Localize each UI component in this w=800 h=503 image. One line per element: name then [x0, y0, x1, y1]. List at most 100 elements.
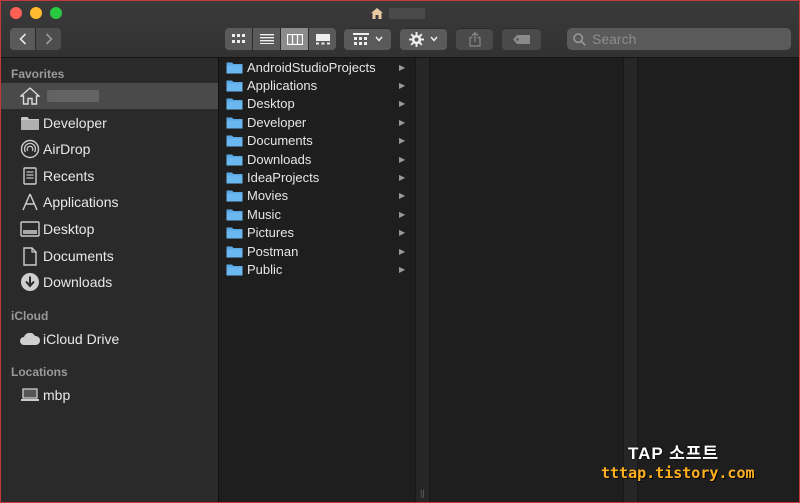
sidebar-item-label: Desktop	[43, 221, 95, 237]
chevron-down-icon	[374, 36, 383, 42]
folder-row[interactable]: Downloads ▶	[219, 150, 415, 168]
sidebar: Favorites Developer AirDrop Recents Appl…	[1, 58, 219, 502]
gear-icon	[409, 31, 424, 47]
folder-row[interactable]: Applications ▶	[219, 76, 415, 94]
folder-icon	[18, 113, 42, 133]
disclosure-triangle-icon: ▶	[399, 264, 406, 274]
folder-icon	[226, 245, 243, 258]
sidebar-item-documents[interactable]: Documents	[1, 243, 218, 269]
sidebar-item-downloads[interactable]: Downloads	[1, 269, 218, 295]
folder-icon	[226, 171, 243, 184]
folder-row[interactable]: Music ▶	[219, 205, 415, 223]
folder-row[interactable]: Desktop ▶	[219, 95, 415, 113]
icon-view-button[interactable]	[225, 28, 252, 50]
close-button[interactable]	[10, 7, 22, 19]
document-icon	[18, 246, 42, 266]
column-resize-handle[interactable]	[415, 58, 430, 502]
group-by-button[interactable]	[344, 28, 391, 50]
column-view-button[interactable]	[281, 28, 308, 50]
search-icon	[573, 32, 586, 46]
sidebar-item-label: Downloads	[43, 274, 113, 290]
folder-name: IdeaProjects	[247, 169, 320, 185]
folder-icon	[226, 208, 243, 221]
folder-row[interactable]: Public ▶	[219, 260, 415, 278]
tag-icon	[512, 34, 530, 44]
title-redacted	[389, 7, 425, 19]
view-mode-control	[225, 28, 336, 50]
sidebar-item-recents[interactable]: Recents	[1, 163, 218, 189]
folder-name: Movies	[247, 188, 289, 204]
share-icon	[468, 31, 481, 47]
sidebar-item-label: Developer	[43, 115, 107, 131]
chevron-right-icon	[45, 33, 53, 45]
disclosure-triangle-icon: ▶	[399, 209, 406, 219]
search-field[interactable]	[567, 28, 791, 50]
folder-icon	[226, 226, 243, 239]
folder-row[interactable]: Movies ▶	[219, 187, 415, 205]
folder-name: Downloads	[247, 151, 312, 167]
folder-name: Applications	[247, 77, 318, 93]
folder-name: Developer	[247, 114, 307, 130]
disclosure-triangle-icon: ▶	[399, 228, 406, 238]
gallery-icon	[315, 33, 330, 44]
folder-name: Postman	[247, 243, 299, 259]
list-view-button[interactable]	[253, 28, 280, 50]
nav-buttons	[10, 28, 61, 50]
sidebar-item-home[interactable]	[1, 83, 218, 109]
folder-row[interactable]: Pictures ▶	[219, 224, 415, 242]
folder-row[interactable]: IdeaProjects ▶	[219, 168, 415, 186]
applications-icon	[18, 192, 42, 212]
sidebar-item-airdrop[interactable]: AirDrop	[1, 136, 218, 162]
disclosure-triangle-icon: ▶	[399, 154, 406, 164]
folder-icon	[226, 97, 243, 110]
sidebar-item-mbp[interactable]: mbp	[1, 382, 218, 408]
locations-section-title: Locations	[11, 365, 68, 379]
forward-button[interactable]	[36, 28, 61, 50]
folder-name: Desktop	[247, 96, 295, 112]
gallery-view-button[interactable]	[309, 28, 336, 50]
folder-row[interactable]: Postman ▶	[219, 242, 415, 260]
sidebar-item-label: Documents	[43, 248, 114, 264]
folder-row[interactable]: Developer ▶	[219, 113, 415, 131]
home-icon	[18, 86, 42, 106]
resize-grip-icon[interactable]: ||	[420, 488, 425, 498]
cloud-icon	[18, 329, 42, 349]
back-button[interactable]	[10, 28, 35, 50]
folder-row[interactable]: AndroidStudioProjects ▶	[219, 58, 415, 76]
sidebar-item-desktop[interactable]: Desktop	[1, 216, 218, 242]
sidebar-item-developer[interactable]: Developer	[1, 110, 218, 136]
chevron-down-icon	[430, 36, 438, 42]
minimize-button[interactable]	[30, 7, 42, 19]
folder-name: Pictures	[247, 225, 294, 241]
list-icon	[259, 34, 274, 44]
home-label-redacted	[47, 90, 99, 102]
recents-icon	[18, 166, 42, 186]
download-icon	[18, 272, 42, 292]
folder-name: Public	[247, 261, 283, 277]
action-button[interactable]	[400, 28, 447, 50]
watermark-url: tttap.tistory.com	[601, 464, 755, 482]
laptop-icon	[18, 385, 42, 405]
toolbar	[1, 1, 799, 58]
sidebar-item-label: AirDrop	[43, 141, 91, 157]
folder-name: Documents	[247, 133, 313, 149]
column-resize-handle[interactable]	[623, 58, 638, 502]
sidebar-item-icloud-drive[interactable]: iCloud Drive	[1, 326, 218, 352]
sidebar-item-applications[interactable]: Applications	[1, 189, 218, 215]
zoom-button[interactable]	[50, 7, 62, 19]
folder-icon	[226, 189, 243, 202]
folder-row[interactable]: Documents ▶	[219, 132, 415, 150]
window-title	[371, 5, 425, 21]
disclosure-triangle-icon: ▶	[399, 80, 406, 90]
folder-icon	[226, 134, 243, 147]
tag-button[interactable]	[502, 28, 541, 50]
sidebar-item-label: Applications	[43, 194, 119, 210]
disclosure-triangle-icon: ▶	[399, 99, 406, 109]
share-button[interactable]	[456, 28, 493, 50]
watermark: TAP 소프트 tttap.tistory.com	[601, 439, 755, 482]
icloud-section-title: iCloud	[11, 309, 49, 323]
folder-name: AndroidStudioProjects	[247, 59, 376, 75]
folder-icon	[226, 79, 243, 92]
search-input[interactable]	[590, 30, 774, 48]
airdrop-icon	[18, 139, 42, 159]
